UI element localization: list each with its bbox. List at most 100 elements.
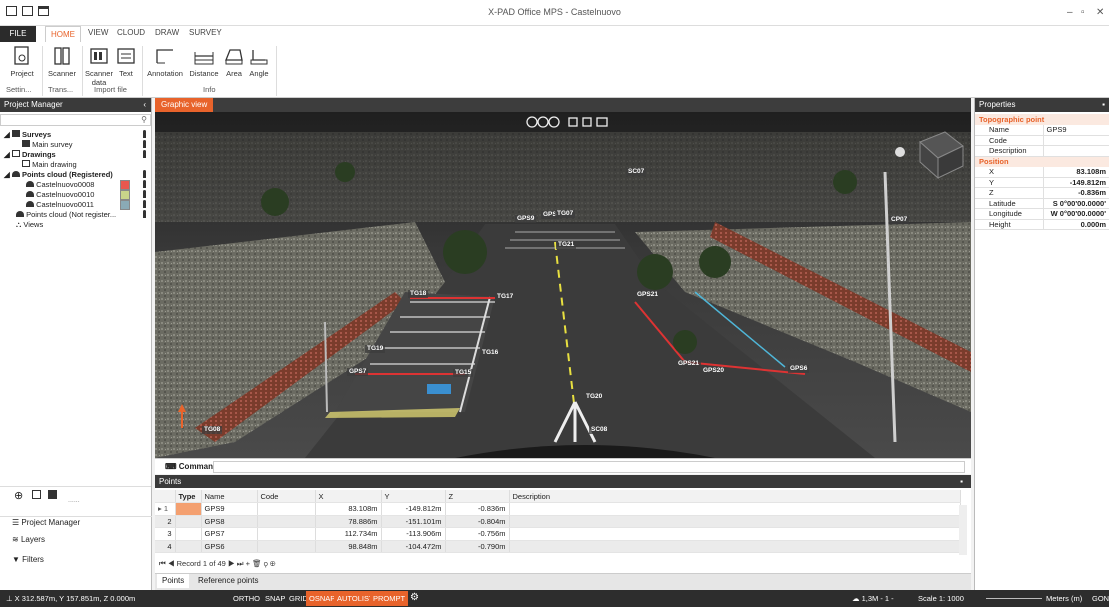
tab-file[interactable]: FILE: [0, 26, 36, 42]
point-label[interactable]: TG16: [480, 349, 501, 357]
column-header[interactable]: Description: [509, 490, 961, 503]
scanner-button[interactable]: Scanner: [46, 46, 78, 78]
property-value[interactable]: 0.000m: [1043, 219, 1109, 230]
first-record-icon[interactable]: ⏮: [159, 559, 166, 568]
search-icon[interactable]: ⚲: [141, 115, 147, 124]
prompt-toggle[interactable]: PROMPT: [370, 591, 409, 606]
add-record-icon[interactable]: +: [246, 559, 250, 568]
tab-points[interactable]: Points: [157, 574, 190, 588]
tree-item-surveys[interactable]: ◢ Surveys: [4, 130, 150, 140]
column-header[interactable]: Name: [201, 490, 258, 503]
cloud-color-swatch[interactable]: [120, 200, 130, 210]
globe-icon[interactable]: ⊕: [270, 559, 276, 568]
collapse-icon[interactable]: ‹: [143, 98, 146, 112]
property-value[interactable]: W 0°00'00.0000': [1043, 208, 1109, 220]
units-readout[interactable]: Meters (m): [1046, 594, 1082, 603]
scanner-data-button[interactable]: Scanner data: [84, 46, 114, 87]
zoom-slider[interactable]: [986, 598, 1042, 599]
point-label[interactable]: GPS20: [701, 367, 726, 375]
tab-view[interactable]: VIEW: [88, 28, 108, 37]
angle-units-readout[interactable]: GON: [1092, 594, 1109, 603]
tree-search-input[interactable]: ⚲: [0, 114, 151, 126]
area-button[interactable]: Area: [223, 46, 245, 78]
point-label[interactable]: GPS21: [635, 291, 660, 299]
close-icon[interactable]: ✕: [1096, 7, 1104, 18]
point-label[interactable]: TG21: [556, 241, 577, 249]
tab-home[interactable]: HOME: [45, 26, 81, 43]
angle-button[interactable]: Angle: [247, 46, 271, 78]
point-label[interactable]: GPS6: [788, 365, 810, 373]
tree-item-points-cloud-not-registered[interactable]: Points cloud (Not register...: [16, 210, 150, 220]
point-label[interactable]: GPS21: [676, 360, 701, 368]
tree-item-points-cloud-registered[interactable]: ◢ Points cloud (Registered): [4, 170, 150, 180]
distance-button[interactable]: Distance: [187, 46, 221, 78]
property-value[interactable]: -149.812m: [1043, 177, 1109, 188]
section-topographic-point[interactable]: Topographic point: [975, 114, 1109, 125]
project-button[interactable]: Project: [8, 46, 36, 78]
add-icon[interactable]: ⊕: [14, 489, 23, 502]
point-label[interactable]: SC07: [626, 168, 647, 176]
nav-filters[interactable]: ▼ Filters: [0, 555, 152, 564]
delete-record-icon[interactable]: 🗑: [252, 559, 262, 568]
annotation-button[interactable]: Annotation: [146, 46, 184, 78]
point-label[interactable]: TG17: [495, 293, 516, 301]
point-label[interactable]: GPS9: [515, 215, 537, 223]
section-position[interactable]: Position: [975, 156, 1109, 167]
table-row[interactable]: 3 GPS7 112.734m -113.906m -0.756m: [155, 527, 961, 541]
cloud-color-swatch[interactable]: [120, 190, 130, 200]
property-value[interactable]: 83.108m: [1043, 166, 1109, 178]
tab-survey[interactable]: SURVEY: [189, 28, 222, 37]
nav-layers[interactable]: ≋ Layers: [0, 535, 152, 544]
tree-item-main-survey[interactable]: Main survey: [22, 140, 150, 150]
column-header[interactable]: Type: [175, 490, 202, 503]
tree-item-views[interactable]: ⛬ Views: [16, 220, 150, 230]
minimize-icon[interactable]: –: [1067, 7, 1073, 18]
tab-cloud[interactable]: CLOUD: [117, 28, 145, 37]
property-value[interactable]: [1043, 135, 1109, 146]
settings-gear-icon[interactable]: ⚙: [410, 592, 419, 603]
cloud-color-swatch[interactable]: [120, 180, 130, 190]
find-icon[interactable]: ⚲: [264, 559, 268, 568]
tab-draw[interactable]: DRAW: [155, 28, 179, 37]
tree-item-cloud-0011[interactable]: Castelnuovo0011: [26, 200, 150, 210]
paste-icon[interactable]: [48, 490, 57, 499]
tree-item-drawings[interactable]: ◢ Drawings: [4, 150, 150, 160]
graphic-view[interactable]: SC07 GPS9 GPS TG07 TG21 CP07 TG18 TG17 G…: [155, 112, 971, 458]
text-button[interactable]: Text: [115, 46, 137, 78]
point-label[interactable]: TG19: [365, 345, 386, 353]
property-value[interactable]: S 0°00'00.0000': [1043, 198, 1109, 209]
point-label[interactable]: TG07: [555, 210, 576, 218]
ortho-toggle[interactable]: ORTHO: [230, 591, 263, 606]
property-value[interactable]: [1043, 145, 1109, 157]
pin-icon[interactable]: ▪: [960, 475, 963, 488]
property-value[interactable]: GPS9: [1043, 124, 1109, 136]
point-cloud-render[interactable]: [155, 112, 971, 458]
point-label[interactable]: TG08: [202, 426, 223, 434]
maximize-icon[interactable]: ▫: [1081, 7, 1085, 18]
point-label[interactable]: TG15: [453, 369, 474, 377]
next-record-icon[interactable]: ▶: [228, 559, 235, 568]
point-label[interactable]: GPS7: [347, 368, 369, 376]
column-header[interactable]: Z: [445, 490, 510, 503]
scale-readout[interactable]: Scale 1: 1000: [918, 594, 964, 603]
prev-record-icon[interactable]: ◀: [168, 559, 175, 568]
column-header[interactable]: Y: [381, 490, 446, 503]
tree-item-cloud-0008[interactable]: Castelnuovo0008: [26, 180, 150, 190]
table-row[interactable]: ▸ 1 GPS9 83.108m -149.812m -0.836m: [155, 502, 961, 516]
tree-item-main-drawing[interactable]: Main drawing: [22, 160, 150, 170]
table-row[interactable]: 2 GPS8 78.886m -151.101m -0.804m: [155, 515, 961, 528]
point-label[interactable]: TG20: [584, 393, 605, 401]
command-input[interactable]: [213, 461, 965, 473]
tab-reference-points[interactable]: Reference points: [193, 574, 263, 588]
nav-project-manager[interactable]: ☰ Project Manager: [0, 516, 152, 527]
point-label[interactable]: TG18: [408, 290, 429, 298]
table-row[interactable]: 4 GPS6 98.848m -104.472m -0.790m: [155, 540, 961, 553]
tree-item-cloud-0010[interactable]: Castelnuovo0010: [26, 190, 150, 200]
pin-icon[interactable]: ▪: [1102, 98, 1105, 112]
last-record-icon[interactable]: ⏭: [237, 559, 244, 568]
point-label[interactable]: CP07: [889, 216, 910, 224]
copy-icon[interactable]: [32, 490, 41, 499]
tab-graphic-view[interactable]: Graphic view: [155, 98, 214, 112]
snap-toggle[interactable]: SNAP: [262, 591, 288, 606]
vertical-scrollbar[interactable]: [959, 505, 967, 555]
